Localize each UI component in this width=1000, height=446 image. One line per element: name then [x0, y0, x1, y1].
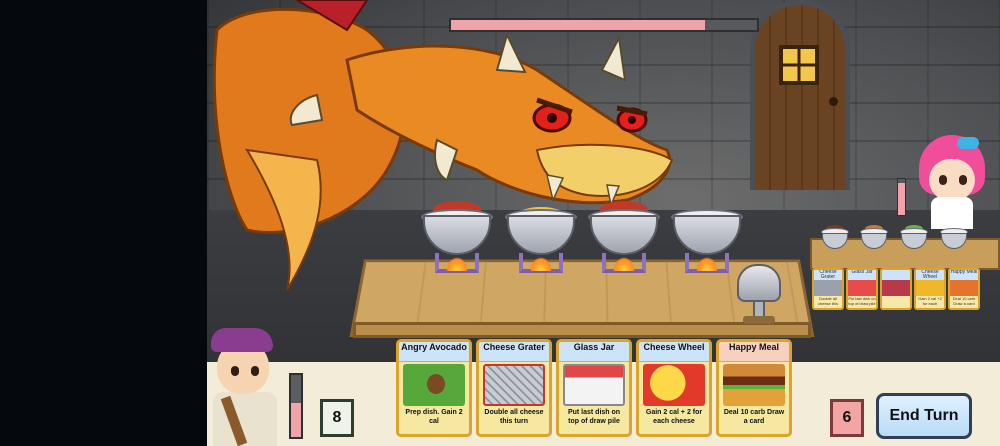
card-glass-jar[interactable]: Glass Jar Put last dish on top of draw p… — [556, 339, 632, 437]
pot-bowl — [901, 233, 927, 249]
pot-bowl — [861, 233, 887, 249]
jar-icon — [563, 364, 625, 406]
cooking-pot-icon[interactable] — [586, 201, 662, 277]
card-cheese-wheel[interactable]: Cheese Wheel Gain 2 cal + 2 for each che… — [636, 339, 712, 437]
opponent-health-bar — [897, 178, 906, 216]
card-text: Put last dish on top of draw pile — [567, 409, 621, 425]
pot-bowl — [822, 233, 848, 249]
opponent-eye — [939, 175, 947, 185]
player-bandana — [211, 328, 273, 352]
meat-grinder-icon[interactable] — [729, 264, 789, 324]
card-text: Deal 10 carb Draw a card — [723, 409, 785, 425]
letterbox-left — [0, 0, 207, 446]
opponent-pot-icon — [859, 225, 889, 255]
door-knob — [829, 97, 838, 106]
card-title: Angry Avocado — [399, 342, 469, 362]
card-title: Glass Jar — [848, 270, 876, 280]
card-text: Gain 2 cal + 2 for each cheese — [645, 409, 703, 425]
door-window — [779, 45, 819, 85]
player-health-fill — [291, 402, 301, 437]
pot-bowl — [423, 215, 491, 255]
flame-icon — [530, 257, 552, 271]
wooden-door — [750, 0, 850, 190]
discard-pile-count[interactable]: 6 — [830, 399, 864, 437]
player-eye — [231, 366, 239, 376]
player-health-bar — [289, 373, 303, 439]
card-text: Prep dish. Gain 2 cal — [405, 409, 463, 425]
flame-icon — [446, 257, 468, 271]
opponent-face — [929, 159, 975, 201]
card-text: Put last dish on top of draw pile — [848, 296, 876, 306]
card-title: Cheese Wheel — [916, 270, 944, 280]
card-title: Happy Meal — [719, 342, 789, 362]
chef-boy-player-icon — [207, 322, 287, 446]
opponent-pot-icon — [820, 225, 850, 255]
opponent-pot-icon — [939, 225, 969, 255]
jar-icon — [848, 280, 876, 296]
card-title: Happy Meal — [950, 270, 978, 280]
pot-bowl — [673, 215, 741, 255]
card-text: Double all cheese this turn — [817, 296, 839, 310]
pot-bowl — [507, 215, 575, 255]
avocado-icon — [403, 364, 465, 406]
opponent-card — [880, 268, 912, 310]
opponent-card: Happy Meal Deal 10 carb Draw a card — [948, 268, 980, 310]
opponent-eye — [959, 175, 967, 185]
burger-fries-icon — [723, 364, 785, 406]
opponent-hand: Cheese Grater Double all cheese this turn… — [812, 268, 984, 310]
cooking-table-edge — [353, 322, 811, 338]
grinder-body — [737, 264, 781, 302]
burger-icon — [950, 280, 978, 296]
end-turn-button[interactable]: End Turn — [876, 393, 972, 439]
card-text: Deal 10 carb Draw a card — [952, 296, 976, 306]
flame-icon — [696, 257, 718, 271]
card-cheese-grater[interactable]: Cheese Grater Double all cheese this tur… — [476, 339, 552, 437]
flame-icon — [613, 257, 635, 271]
player-eye — [251, 366, 259, 376]
card-title: Cheese Wheel — [639, 342, 709, 362]
card-title: Cheese Grater — [479, 342, 549, 362]
draw-pile-count[interactable]: 8 — [320, 399, 354, 437]
card-title — [882, 270, 910, 280]
opponent-card: Cheese Grater Double all cheese this turn — [812, 268, 844, 310]
cheese-icon — [916, 280, 944, 296]
player-hand: Angry Avocado Prep dish. Gain 2 cal Chee… — [396, 339, 792, 437]
avocado-pit — [427, 374, 445, 394]
opponent-bow — [957, 137, 979, 149]
opponent-card: Glass Jar Put last dish on top of draw pi… — [846, 268, 878, 310]
pot-bowl — [590, 215, 658, 255]
cooking-pot-icon[interactable] — [503, 207, 579, 277]
card-title: Glass Jar — [559, 342, 629, 362]
opponent-health-fill — [898, 182, 905, 215]
opponent-pot-icon — [899, 225, 929, 255]
card-angry-avocado[interactable]: Angry Avocado Prep dish. Gain 2 cal — [396, 339, 472, 437]
grater-icon — [483, 364, 545, 406]
card-art-icon — [882, 280, 910, 296]
pot-bowl — [941, 233, 967, 249]
card-happy-meal[interactable]: Happy Meal Deal 10 carb Draw a card — [716, 339, 792, 437]
cheese-wheel-icon — [643, 364, 705, 406]
card-title: Cheese Grater — [814, 270, 842, 280]
card-text: Gain 2 cal +2 for each cheese — [918, 296, 942, 310]
card-text: Double all cheese this turn — [484, 409, 544, 425]
opponent-card: Cheese Wheel Gain 2 cal +2 for each chees… — [914, 268, 946, 310]
grinder-base — [743, 316, 775, 324]
grater-icon — [814, 280, 842, 296]
chef-girl-opponent-icon — [907, 135, 997, 235]
cooking-pot-icon[interactable] — [419, 201, 495, 277]
